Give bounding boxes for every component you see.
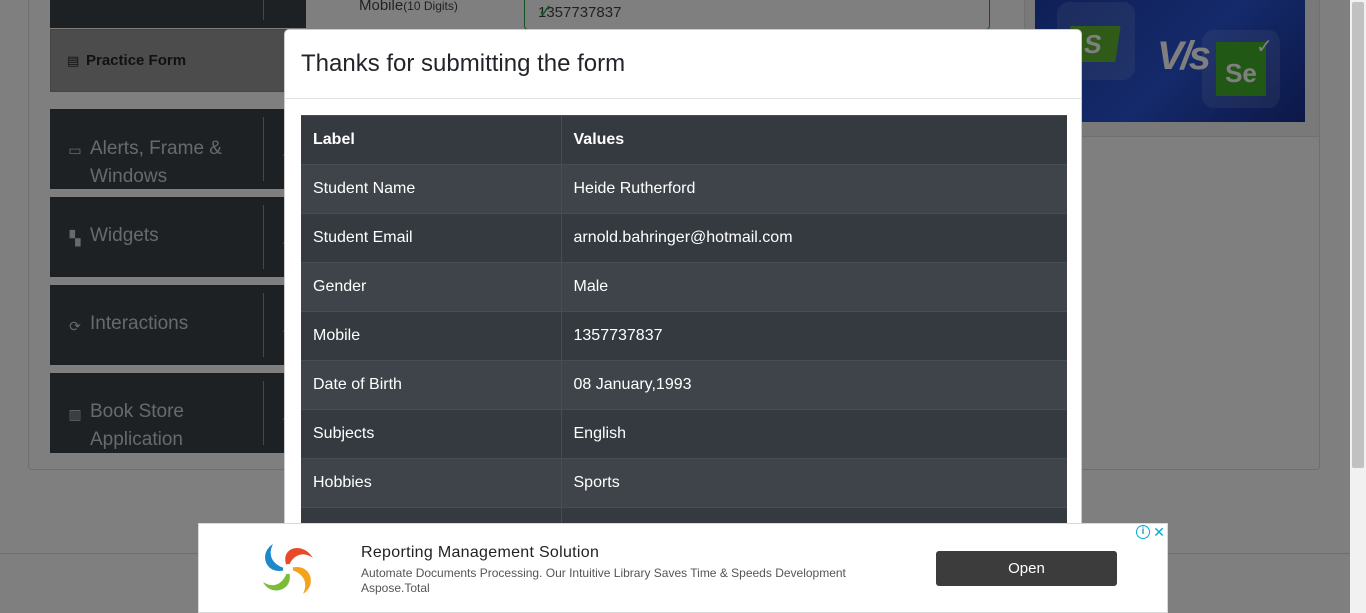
table-row: Student Name Heide Rutherford [301,164,1067,214]
ad-brand: Aspose.Total [361,581,430,595]
row-label: Subjects [301,409,562,459]
page-scrollbar[interactable] [1350,0,1366,613]
row-label: Student Name [301,164,562,214]
ad-title[interactable]: Reporting Management Solution [361,544,599,562]
row-value: 1357737837 [561,311,1067,361]
table-row: Subjects English [301,409,1067,459]
modal-header: Thanks for submitting the form [285,30,1081,99]
row-value: Heide Rutherford [561,164,1067,214]
ad-description: Automate Documents Processing. Our Intui… [361,566,846,580]
row-label: Gender [301,262,562,312]
close-icon[interactable]: ✕ [1152,525,1166,539]
modal-body: Label Values Student Name Heide Rutherfo… [301,115,1067,610]
row-label: Hobbies [301,458,562,508]
row-value: Male [561,262,1067,312]
scrollbar-thumb[interactable] [1352,2,1364,468]
row-value: arnold.bahringer@hotmail.com [561,213,1067,263]
table-header-row: Label Values [301,115,1067,165]
results-table: Label Values Student Name Heide Rutherfo… [301,115,1067,557]
row-value: English [561,409,1067,459]
ad-open-button[interactable]: Open [936,551,1117,586]
column-header-values: Values [561,115,1067,165]
info-icon[interactable]: i [1136,525,1150,539]
table-row: Student Email arnold.bahringer@hotmail.c… [301,213,1067,263]
column-header-label: Label [301,115,562,165]
row-value: 08 January,1993 [561,360,1067,410]
aspose-logo-icon [263,544,313,594]
row-label: Mobile [301,311,562,361]
table-row: Gender Male [301,262,1067,312]
row-value: Sports [561,458,1067,508]
table-row: Mobile 1357737837 [301,311,1067,361]
table-row: Date of Birth 08 January,1993 [301,360,1067,410]
table-row: Hobbies Sports [301,458,1067,508]
row-label: Student Email [301,213,562,263]
modal-title: Thanks for submitting the form [301,50,626,77]
ad-banner[interactable]: Reporting Management Solution Automate D… [198,523,1168,613]
row-label: Date of Birth [301,360,562,410]
